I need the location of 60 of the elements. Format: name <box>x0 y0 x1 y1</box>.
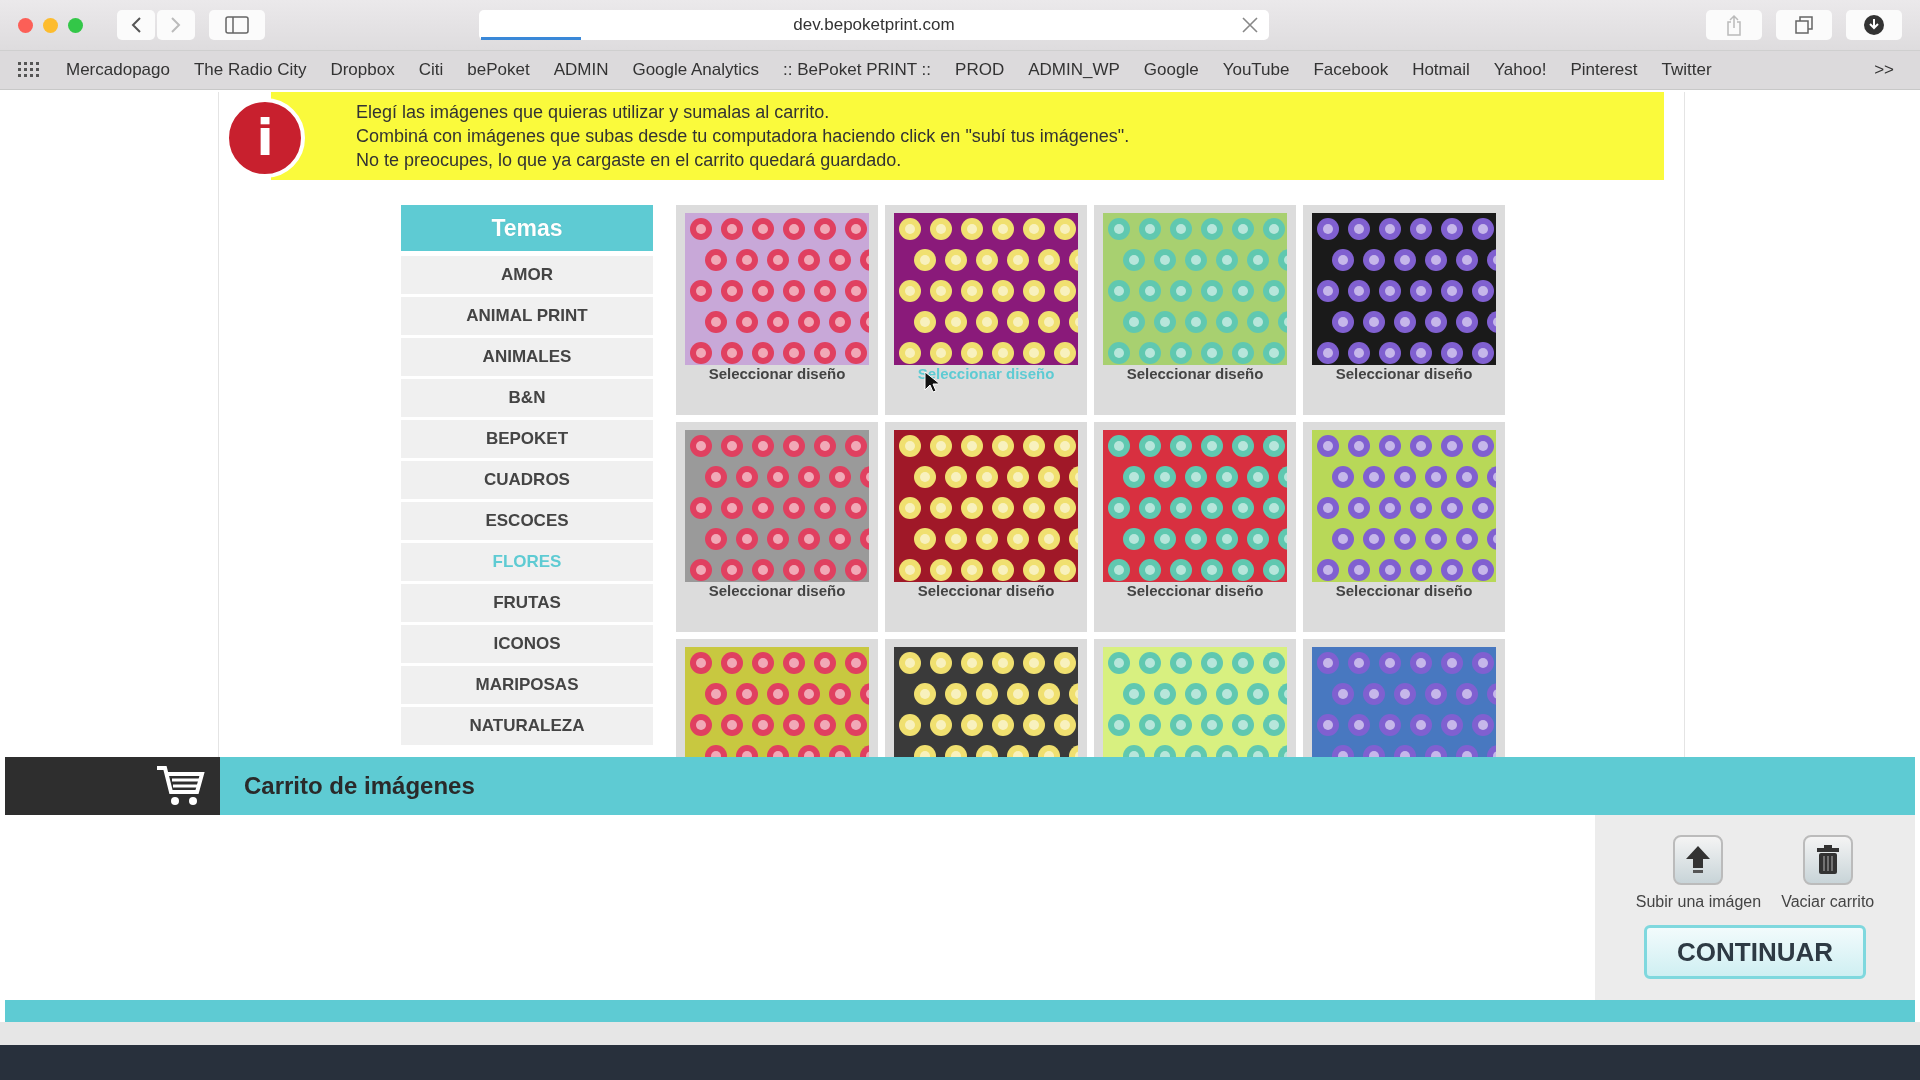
tabs-button[interactable] <box>1776 10 1832 40</box>
theme-item[interactable]: FRUTAS <box>401 584 653 622</box>
select-design-link[interactable]: Seleccionar diseño <box>1126 582 1264 599</box>
bookmark-link[interactable]: Google <box>1131 60 1211 80</box>
close-icon[interactable] <box>1241 16 1259 34</box>
bookmark-link[interactable]: bePoket <box>455 60 542 80</box>
bookmark-link[interactable]: :: BePoket PRINT :: <box>771 60 944 80</box>
bookmark-link[interactable]: Yahoo! <box>1481 60 1559 80</box>
bookmark-link[interactable]: ADMIN <box>541 60 621 80</box>
sidebar-icon <box>225 16 249 34</box>
info-text: Combiná con imágenes que subas desde tu computadora haciendo click en "subí tus imágenes". <box>356 125 1131 148</box>
theme-item[interactable]: CUADROS <box>401 461 653 499</box>
info-text: No te preocupes, lo que ya cargaste en el carrito quedará guardado. <box>356 149 903 172</box>
bookmark-link[interactable]: Citi <box>406 60 456 80</box>
apps-grid-icon[interactable] <box>18 62 40 78</box>
theme-item[interactable]: MARIPOSAS <box>401 666 653 704</box>
cart-title: Carrito de imágenes <box>243 772 475 800</box>
close-window-button[interactable] <box>18 17 33 33</box>
bookmark-link[interactable]: Mercadopago <box>54 60 182 80</box>
continue-button[interactable]: CONTINUAR <box>1644 925 1866 979</box>
share-icon <box>1726 14 1742 36</box>
theme-item[interactable]: ANIMAL PRINT <box>401 297 653 335</box>
themes-heading: Temas <box>401 205 653 251</box>
bookmark-link[interactable]: PROD <box>943 60 1017 80</box>
theme-item[interactable]: ESCOCES <box>401 502 653 540</box>
sidebar-button[interactable] <box>209 10 265 40</box>
bookmark-link[interactable]: Dropbox <box>318 60 407 80</box>
info-text: Elegí las imágenes que quieras utilizar y sumalas al carrito. <box>356 101 831 124</box>
select-design-link[interactable]: Seleccionar diseño <box>917 582 1055 599</box>
address-bar[interactable]: dev.bepoketprint.com <box>479 10 1269 40</box>
trash-icon <box>1815 845 1840 875</box>
theme-item[interactable]: ANIMALES <box>401 338 653 376</box>
bookmark-link[interactable]: Google Analytics <box>620 60 772 80</box>
bookmark-link[interactable]: YouTube <box>1210 60 1302 80</box>
bookmark-link[interactable]: Hotmail <box>1400 60 1482 80</box>
theme-item[interactable]: AMOR <box>401 256 653 294</box>
zoom-window-button[interactable] <box>68 17 83 33</box>
download-button[interactable] <box>1846 10 1902 40</box>
select-design-link[interactable]: Seleccionar diseño <box>1335 582 1473 599</box>
tabs-icon <box>1794 15 1814 35</box>
bookmark-link[interactable]: Facebook <box>1301 60 1401 80</box>
bookmark-link[interactable]: The Radio City <box>181 60 319 80</box>
bookmark-link[interactable]: ADMIN_WP <box>1016 60 1132 80</box>
select-design-link[interactable]: Seleccionar diseño <box>708 365 846 382</box>
upload-image-button[interactable]: Subir una imágen <box>1635 835 1762 911</box>
upload-icon <box>1685 845 1712 875</box>
bookmarks-overflow-button[interactable]: >> <box>1866 60 1902 80</box>
empty-cart-button[interactable]: Vaciar carrito <box>1781 835 1875 911</box>
theme-item[interactable]: NATURALEZA <box>401 707 653 745</box>
theme-item[interactable]: BEPOKET <box>401 420 653 458</box>
select-design-link[interactable]: Seleccionar diseño <box>708 582 846 599</box>
theme-item[interactable]: ICONOS <box>401 625 653 663</box>
shopping-cart-icon <box>155 764 205 808</box>
select-design-link[interactable]: Seleccionar diseño <box>1126 365 1264 382</box>
back-button[interactable] <box>117 10 155 40</box>
bookmark-link[interactable]: Pinterest <box>1558 60 1650 80</box>
theme-item[interactable]: B&N <box>401 379 653 417</box>
download-icon <box>1863 14 1885 36</box>
select-design-link[interactable]: Seleccionar diseño <box>1335 365 1473 382</box>
bookmark-link[interactable]: Twitter <box>1649 60 1724 80</box>
